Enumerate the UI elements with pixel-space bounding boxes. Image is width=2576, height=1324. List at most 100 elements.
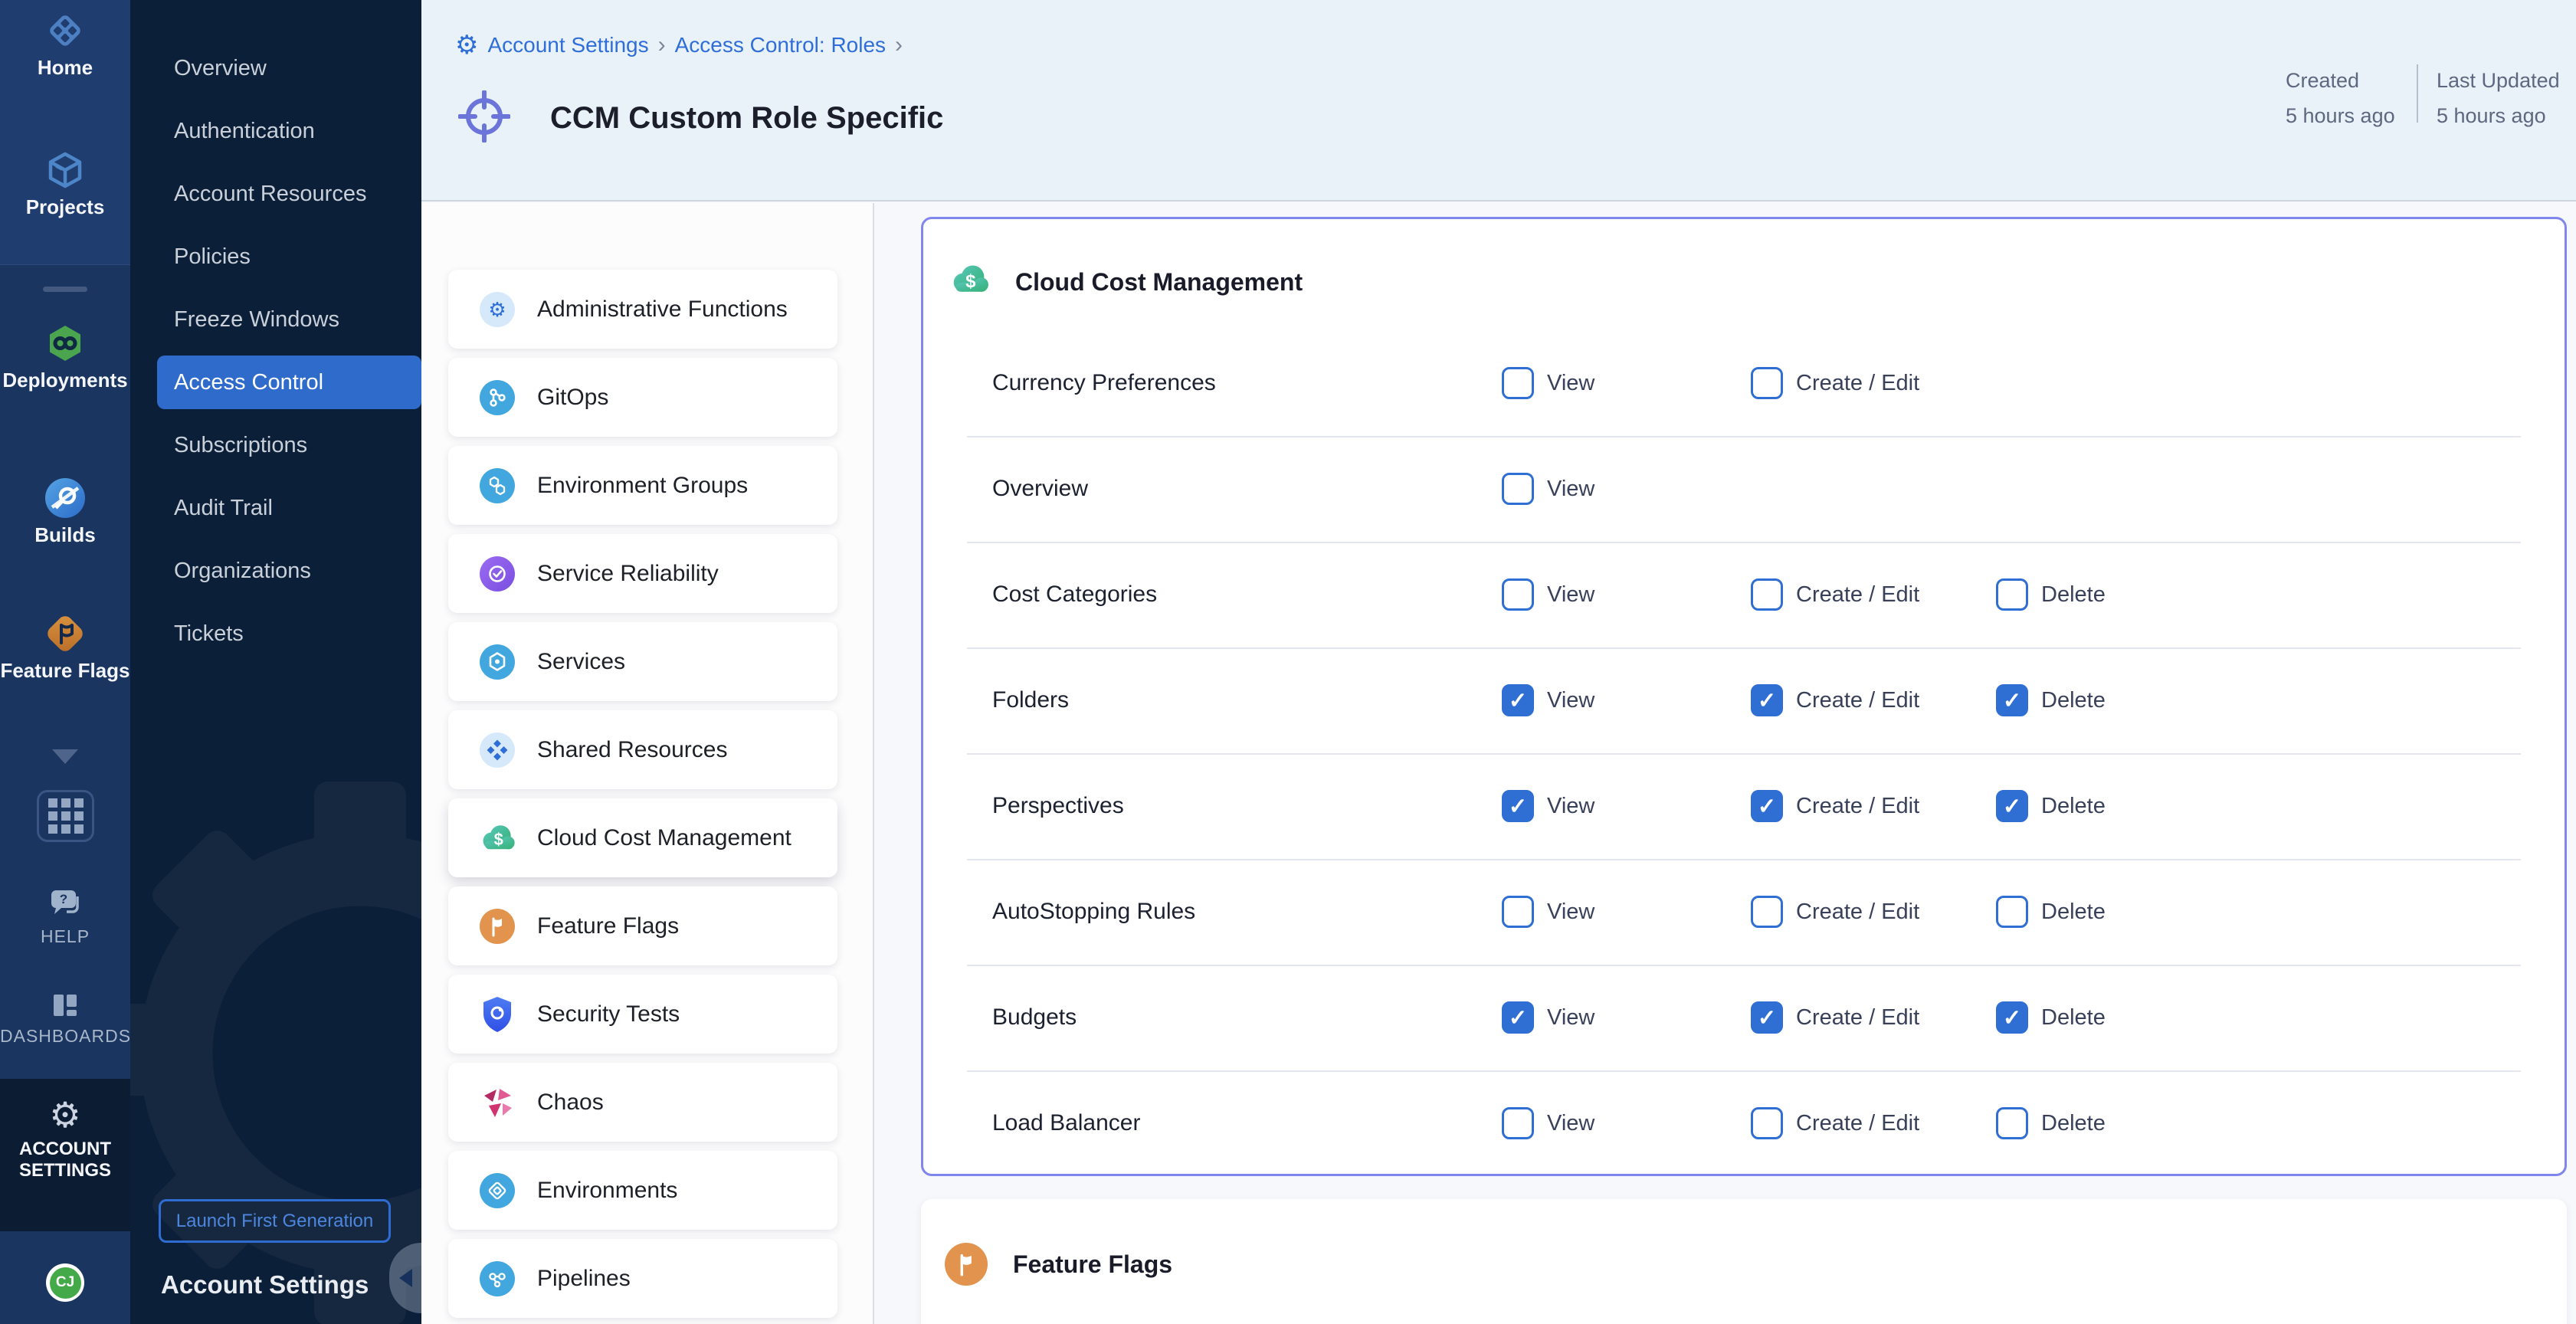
permission-group: Delete	[1996, 647, 2106, 753]
role-target-icon	[458, 90, 510, 146]
delete-checkbox[interactable]	[1996, 1001, 2028, 1034]
create-edit-checkbox[interactable]	[1751, 1001, 1783, 1034]
breadcrumb-link-roles[interactable]: Access Control: Roles	[675, 33, 886, 57]
delete-checkbox[interactable]	[1996, 896, 2028, 928]
category-security-tests[interactable]: Security Tests	[448, 975, 837, 1054]
category-cloud-cost-management[interactable]: $ Cloud Cost Management	[448, 798, 837, 877]
view-checkbox[interactable]	[1502, 684, 1534, 716]
user-avatar[interactable]: CJ	[46, 1263, 84, 1302]
rail-item-help[interactable]: ? HELP	[0, 887, 130, 947]
deployments-icon	[44, 355, 87, 368]
sidebar-item-organizations[interactable]: Organizations	[157, 544, 421, 598]
settings-nav-list: Overview Authentication Account Resource…	[157, 41, 421, 670]
category-administrative-functions[interactable]: Administrative Functions	[448, 270, 837, 349]
sidebar-item-tickets[interactable]: Tickets	[157, 607, 421, 660]
sidebar-item-access-control[interactable]: Access Control	[157, 356, 421, 409]
settings-sidebar: Overview Authentication Account Resource…	[130, 0, 421, 1324]
view-checkbox[interactable]	[1502, 1001, 1534, 1034]
permission-group: View	[1502, 542, 1594, 647]
main-area: Account Settings › Access Control: Roles…	[421, 0, 2576, 1324]
view-checkbox[interactable]	[1502, 578, 1534, 611]
feature-flags-panel: Feature Flags	[921, 1199, 2567, 1324]
home-icon	[44, 42, 87, 55]
sidebar-item-subscriptions[interactable]: Subscriptions	[157, 418, 421, 472]
collapse-left-icon	[399, 1269, 412, 1287]
create-edit-checkbox[interactable]	[1751, 578, 1783, 611]
create-edit-checkbox[interactable]	[1751, 684, 1783, 716]
services-hexagon-icon	[480, 644, 515, 680]
rail-item-dashboards[interactable]: DASHBOARDS	[0, 990, 130, 1047]
delete-checkbox[interactable]	[1996, 578, 2028, 611]
permission-group: Create / Edit	[1751, 859, 1919, 965]
account-settings-label-line1: ACCOUNT	[0, 1139, 130, 1160]
delete-checkbox[interactable]	[1996, 684, 2028, 716]
permission-group: Create / Edit	[1751, 330, 1919, 436]
breadcrumb-separator: ›	[895, 32, 903, 58]
permission-row-load-balancer: Load Balancer View Create / Edit Delete	[923, 1070, 2565, 1176]
help-chat-icon: ?	[45, 913, 85, 926]
rail-item-label: HELP	[0, 926, 130, 947]
last-updated-meta: Last Updated 5 hours ago	[2437, 63, 2560, 133]
permission-group: View	[1502, 859, 1594, 965]
permission-group: Create / Edit	[1751, 542, 1919, 647]
category-gitops[interactable]: GitOps	[448, 358, 837, 437]
category-environments[interactable]: Environments	[448, 1151, 837, 1230]
view-checkbox[interactable]	[1502, 367, 1534, 399]
sidebar-item-audit-trail[interactable]: Audit Trail	[157, 481, 421, 535]
module-grid-button[interactable]	[37, 790, 94, 842]
chevron-down-icon[interactable]	[52, 749, 78, 764]
sidebar-item-overview[interactable]: Overview	[157, 41, 421, 95]
rail-item-builds[interactable]: Builds	[0, 477, 130, 547]
resource-category-list: Administrative Functions GitOps	[421, 203, 874, 1324]
category-environment-groups[interactable]: Environment Groups	[448, 446, 837, 525]
launch-first-generation-button[interactable]: Launch First Generation	[159, 1199, 391, 1243]
category-pipelines[interactable]: Pipelines	[448, 1239, 837, 1318]
view-checkbox[interactable]	[1502, 473, 1534, 505]
create-edit-checkbox[interactable]	[1751, 1107, 1783, 1139]
category-feature-flags[interactable]: Feature Flags	[448, 886, 837, 965]
category-shared-resources[interactable]: Shared Resources	[448, 710, 837, 789]
category-services[interactable]: Services	[448, 622, 837, 701]
git-branch-icon	[480, 380, 515, 415]
view-checkbox[interactable]	[1502, 896, 1534, 928]
delete-checkbox[interactable]	[1996, 790, 2028, 822]
permission-row-currency-preferences: Currency Preferences View Create / Edit	[923, 330, 2565, 436]
rail-item-projects[interactable]: Projects	[0, 149, 130, 219]
permission-group: View	[1502, 1070, 1594, 1176]
breadcrumb: Account Settings › Access Control: Roles…	[455, 32, 903, 58]
reliability-check-icon	[480, 556, 515, 592]
create-edit-checkbox[interactable]	[1751, 790, 1783, 822]
permission-group: Create / Edit	[1751, 965, 1919, 1070]
breadcrumb-link-account-settings[interactable]: Account Settings	[487, 33, 648, 57]
sidebar-item-authentication[interactable]: Authentication	[157, 104, 421, 158]
rail-item-account-settings[interactable]: ACCOUNT SETTINGS	[0, 1079, 130, 1231]
sidebar-item-account-resources[interactable]: Account Resources	[157, 167, 421, 221]
view-checkbox[interactable]	[1502, 1107, 1534, 1139]
svg-text:$: $	[965, 271, 976, 292]
cloud-dollar-icon: $	[477, 818, 517, 858]
delete-checkbox[interactable]	[1996, 1107, 2028, 1139]
category-chaos[interactable]: Chaos	[448, 1063, 837, 1142]
sidebar-item-freeze-windows[interactable]: Freeze Windows	[157, 293, 421, 346]
permission-group: Delete	[1996, 1070, 2106, 1176]
rail-item-deployments[interactable]: Deployments	[0, 322, 130, 392]
avatar-initials: CJ	[50, 1267, 81, 1299]
permission-group: View	[1502, 436, 1594, 542]
page-header: Account Settings › Access Control: Roles…	[421, 0, 2576, 202]
account-settings-label-line2: SETTINGS	[0, 1160, 130, 1181]
rail-item-home[interactable]: Home	[0, 9, 130, 80]
environment-box-icon	[480, 1173, 515, 1208]
rail-item-label: Deployments	[0, 369, 130, 392]
cloud-dollar-icon: $	[947, 261, 991, 302]
view-checkbox[interactable]	[1502, 790, 1534, 822]
rail-item-feature-flags[interactable]: Feature Flags	[0, 612, 130, 683]
rail-item-label: Home	[0, 56, 130, 80]
sidebar-item-policies[interactable]: Policies	[157, 230, 421, 283]
create-edit-checkbox[interactable]	[1751, 367, 1783, 399]
permission-group: View	[1502, 753, 1594, 859]
create-edit-checkbox[interactable]	[1751, 896, 1783, 928]
dashboards-icon	[45, 1012, 85, 1025]
permission-group: Delete	[1996, 859, 2106, 965]
pipeline-nodes-icon	[480, 1261, 515, 1296]
category-service-reliability[interactable]: Service Reliability	[448, 534, 837, 613]
